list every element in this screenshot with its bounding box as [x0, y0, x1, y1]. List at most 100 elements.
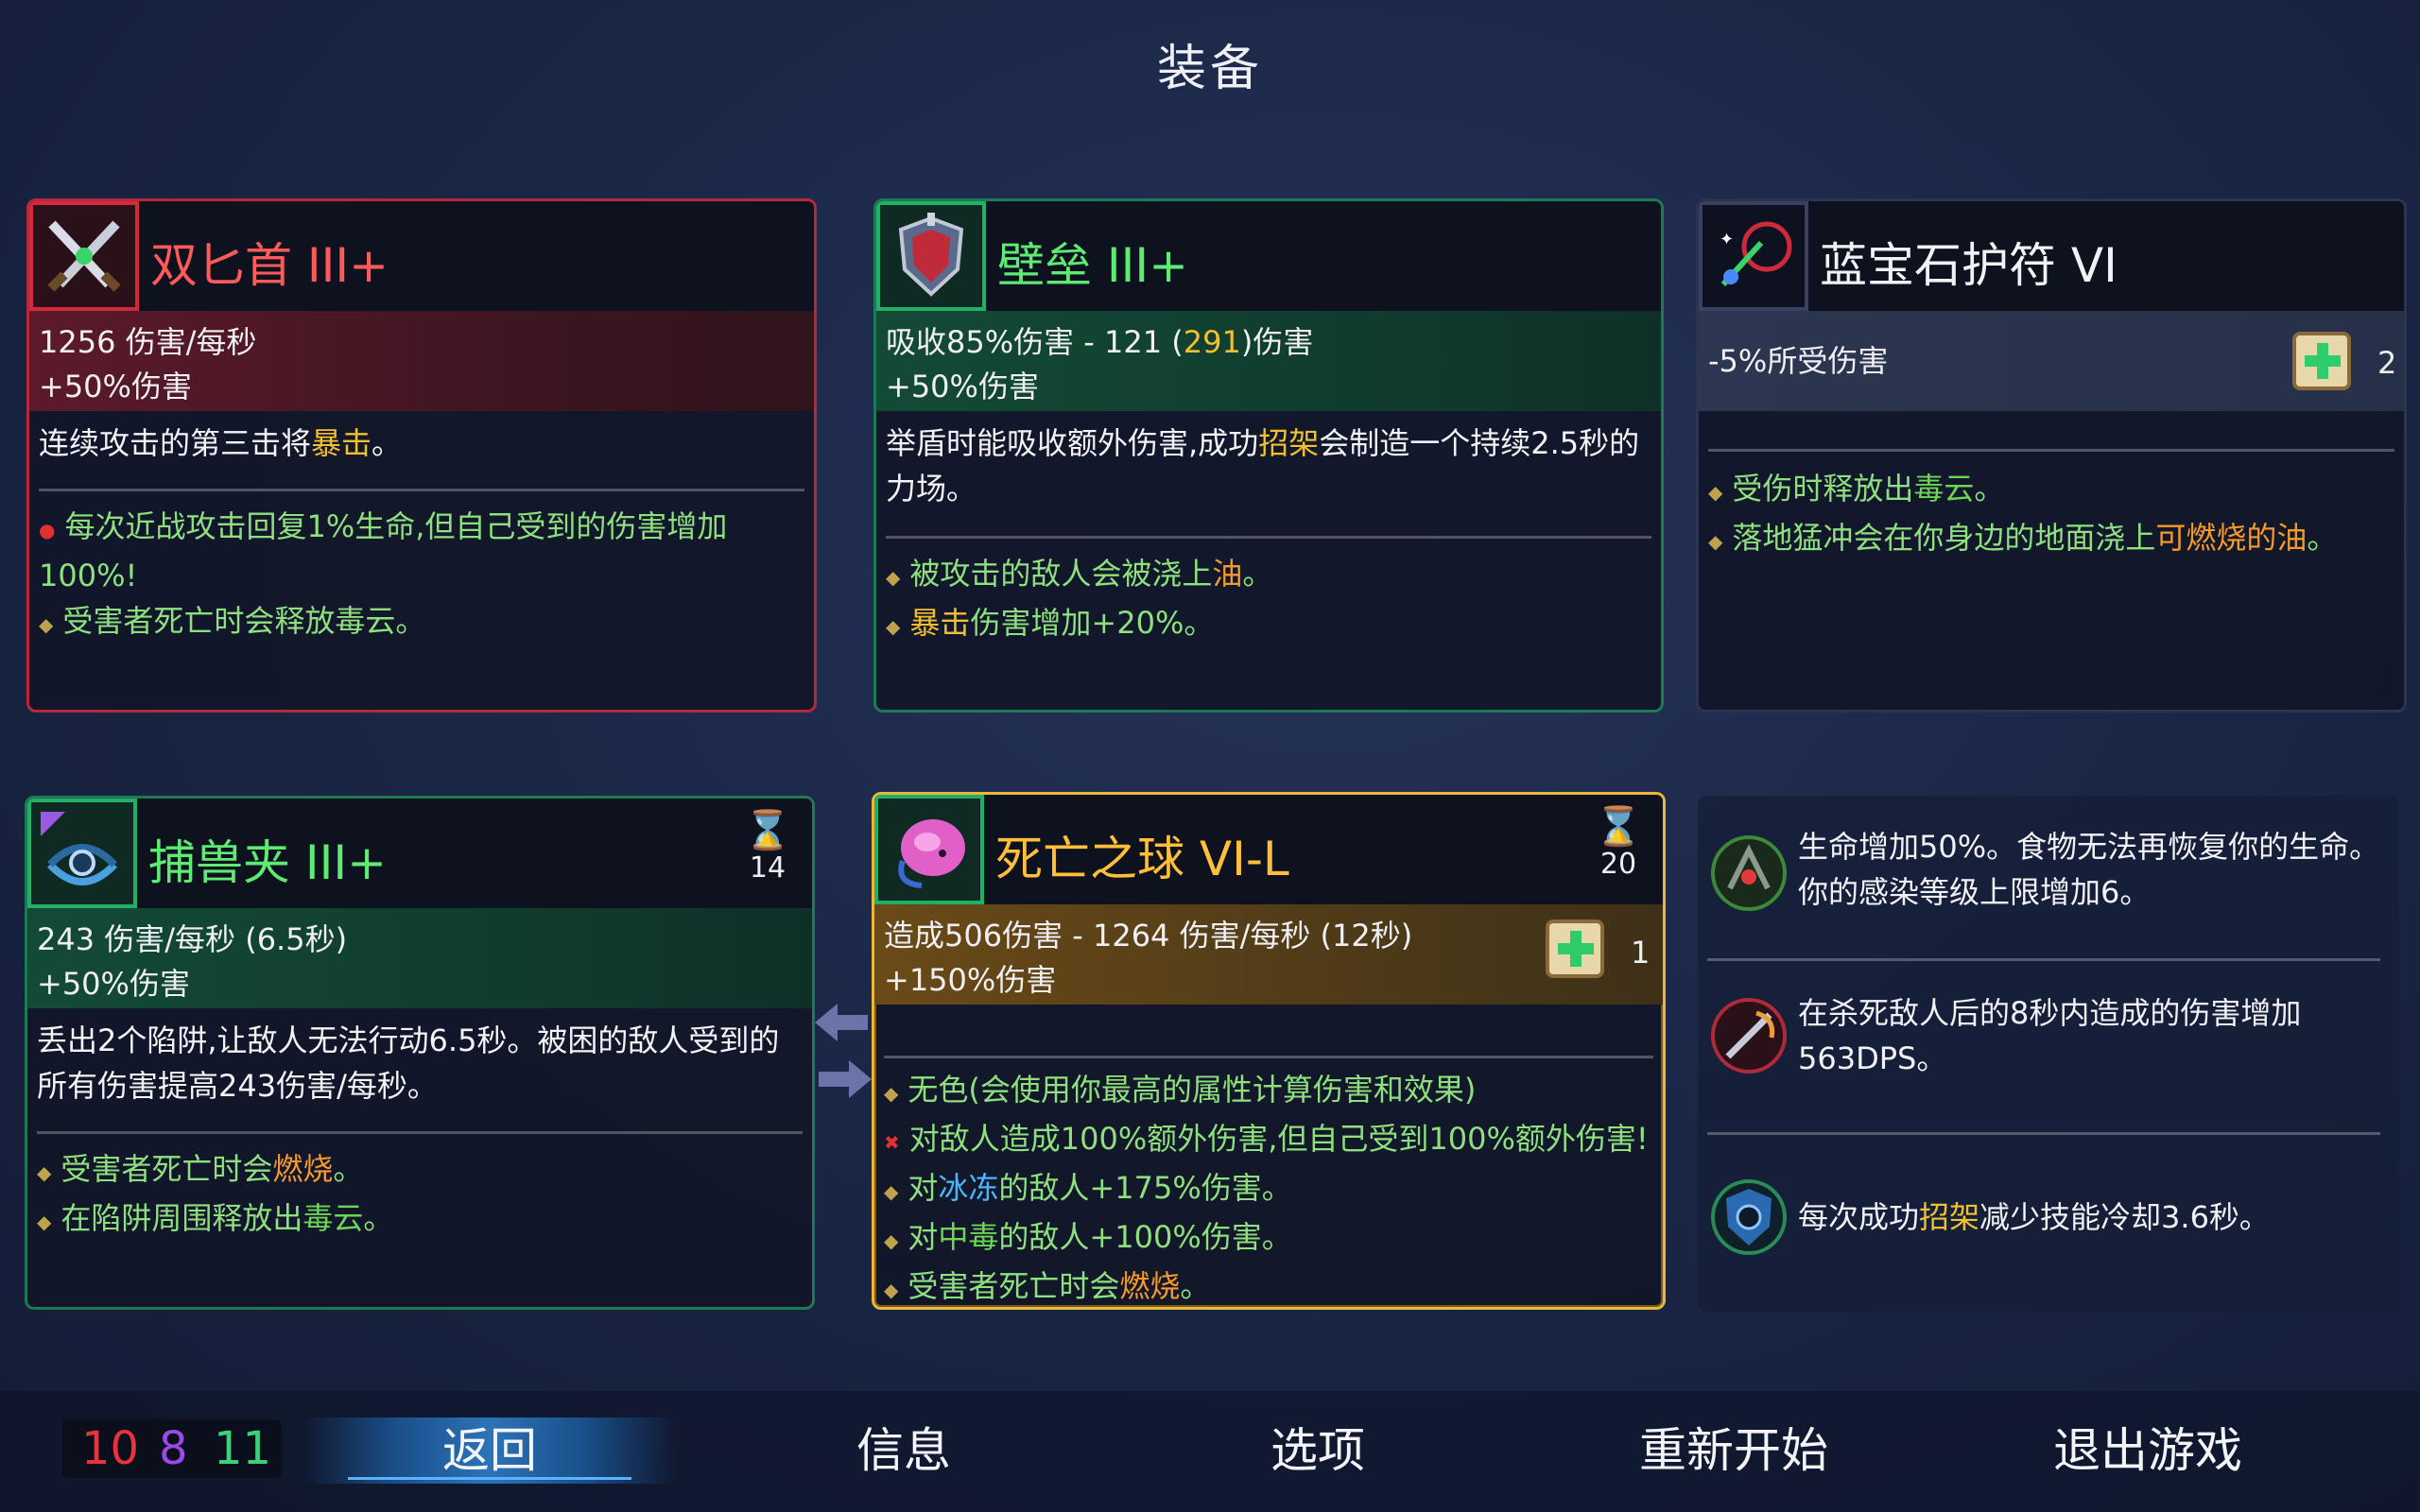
- item-stats: 1256 伤害/每秒 +50%伤害: [29, 311, 814, 411]
- affix-text: 。: [1974, 471, 2005, 507]
- rampart-shield-icon: [876, 201, 986, 311]
- affix-item: ◆ 受害者死亡时会燃烧。: [37, 1146, 803, 1195]
- affix-text: 对敌人造成100%额外伤害,但自己受到100%额外伤害!: [908, 1121, 1649, 1157]
- cooldown-value: 20: [1599, 848, 1637, 881]
- mutation-item[interactable]: 生命增加50%。食物无法再恢复你的生命。你的感染等级上限增加6。: [1698, 805, 2399, 947]
- affix-item: ◆ 无色(会使用你最高的属性计算伤害和效果): [884, 1067, 1653, 1116]
- poisoned-keyword: 中毒: [938, 1219, 999, 1255]
- crit-keyword: 暴击: [909, 605, 971, 641]
- svg-text:✦: ✦: [1720, 230, 1734, 249]
- affix-text: 伤害增加+20%。: [970, 605, 1215, 641]
- oil-keyword: 可燃烧的油: [2155, 520, 2308, 556]
- dps-stat: 243 伤害/每秒 (6.5秒): [37, 921, 348, 957]
- mutation-text: 生命增加50%。食物无法再恢复你的生命。你的感染等级上限增加6。: [1798, 829, 2380, 910]
- cooldown-value: 14: [749, 851, 786, 885]
- death-orb-icon: [874, 795, 984, 904]
- affix-list: ◆ 受伤时释放出毒云。 ◆ 落地猛冲会在你身边的地面浇上可燃烧的油。: [1708, 466, 2394, 564]
- affix-text: 受害者死亡时会释放毒云。: [62, 603, 426, 639]
- affix-text: 。: [333, 1151, 364, 1187]
- oil-keyword: 油: [1212, 556, 1243, 592]
- affix-list: ◆ 受害者死亡时会燃烧。 ◆ 在陷阱周围释放出毒云。: [37, 1146, 803, 1245]
- affix-item: ◆ 对冰冻的敌人+175%伤害。: [884, 1165, 1653, 1214]
- damage-bonus-stat: +50%伤害: [37, 966, 190, 1002]
- scroll-stats: 10 8 11: [62, 1419, 282, 1478]
- burn-keyword: 燃烧: [272, 1151, 334, 1187]
- quit-game-button[interactable]: 退出游戏: [2025, 1418, 2271, 1484]
- vengeance-mutation-icon: [1703, 828, 1794, 919]
- affix-text: 受伤时释放出: [1732, 471, 1914, 507]
- damage-bonus-stat: +50%伤害: [886, 369, 1039, 404]
- affix-item: ◆ 落地猛冲会在你身边的地面浇上可燃烧的油。: [1708, 515, 2394, 564]
- affix-text: 在陷阱周围释放出: [60, 1200, 303, 1236]
- tactics-stat: 8: [159, 1422, 188, 1475]
- affix-item: ◆ 暴击伤害增加+20%。: [886, 600, 1651, 649]
- mutation-item[interactable]: 每次成功招架减少技能冷却3.6秒。: [1698, 1143, 2399, 1304]
- hourglass-icon: ⌛: [1595, 805, 1642, 849]
- scroll-count: 2: [2377, 345, 2397, 381]
- restart-button[interactable]: 重新开始: [1611, 1418, 1857, 1484]
- dual-daggers-icon: [29, 201, 139, 311]
- item-description: 连续攻击的第三击将暴击。: [39, 421, 804, 466]
- shield-card-rampart[interactable]: 壁垒 III+ 吸收85%伤害 - 121 (291)伤害 +50%伤害 举盾时…: [873, 198, 1664, 713]
- card-header: [876, 201, 1661, 311]
- killer-instinct-mutation-icon: [1703, 990, 1794, 1081]
- double-damage-icon: ✖: [884, 1131, 900, 1154]
- parry-cooldown-mutation-icon: [1703, 1172, 1794, 1263]
- item-stats: 吸收85%伤害 - 121 (291)伤害 +50%伤害: [876, 311, 1661, 411]
- weapon-card-dual-daggers[interactable]: 双匕首 III+ 1256 伤害/每秒 +50%伤害 连续攻击的第三击将暴击。 …: [26, 198, 817, 713]
- divider: [1707, 1132, 2380, 1135]
- back-button[interactable]: 返回: [302, 1418, 677, 1484]
- upgrade-scroll-icon: [1536, 908, 1617, 989]
- survival-stat: 11: [214, 1422, 272, 1475]
- affix-list: ◆ 被攻击的敌人会被浇上油。 ◆ 暴击伤害增加+20%。: [886, 551, 1651, 649]
- damage-bonus-stat: +50%伤害: [39, 369, 192, 404]
- affix-text: 。: [2307, 520, 2338, 556]
- skill-card-death-orb[interactable]: 死亡之球 VI-L ⌛ 20 造成506伤害 - 1264 伤害/每秒 (12秒…: [872, 792, 1666, 1310]
- cooldown-timer: ⌛ 20: [1595, 806, 1642, 881]
- parry-keyword: 招架: [1919, 1199, 1980, 1235]
- item-name: 壁垒 III+: [997, 238, 1189, 293]
- bullet-icon: ◆: [886, 566, 901, 589]
- affix-text: 对: [908, 1170, 939, 1206]
- affix-list: ◆ 无色(会使用你最高的属性计算伤害和效果) ✖ 对敌人造成100%额外伤害,但自己…: [884, 1067, 1653, 1307]
- dps-stat: 1256 伤害/每秒: [39, 324, 257, 360]
- info-button[interactable]: 信息: [809, 1418, 998, 1484]
- skill-card-wolf-trap[interactable]: 捕兽夹 III+ ⌛ 14 243 伤害/每秒 (6.5秒) +50%伤害 丢出…: [25, 796, 815, 1310]
- mutation-text: 在杀死敌人后的8秒内造成的伤害增加563DPS。: [1798, 995, 2302, 1076]
- bullet-icon: ◆: [37, 1161, 52, 1184]
- hourglass-icon: ⌛: [744, 809, 791, 852]
- affix-item: ◆ 受伤时释放出毒云。: [1708, 466, 2394, 515]
- bullet-icon: ◆: [886, 615, 901, 638]
- divider: [884, 1056, 1653, 1058]
- swap-arrows-icon[interactable]: [815, 994, 872, 1108]
- affix-text: 的敌人+175%伤害。: [998, 1170, 1292, 1206]
- absorb-stat: 吸收85%伤害 - 121 (291)伤害: [886, 320, 1651, 365]
- bullet-icon: ◆: [884, 1180, 899, 1203]
- affix-text: 。: [1180, 1268, 1211, 1304]
- upgrade-scroll-icon: [2283, 320, 2364, 402]
- divider: [1708, 449, 2394, 452]
- mutation-text-part: 减少技能冷却3.6秒。: [1979, 1199, 2270, 1235]
- item-description: 举盾时能吸收额外伤害,成功招架会制造一个持续2.5秒的力场。: [886, 421, 1651, 511]
- affix-text: 。: [363, 1200, 394, 1236]
- item-name: 蓝宝石护符 VI: [1820, 238, 2118, 293]
- options-button[interactable]: 选项: [1223, 1418, 1412, 1484]
- card-header: [29, 201, 814, 311]
- stat-text: )伤害: [1240, 324, 1314, 360]
- card-header: [27, 799, 812, 908]
- affix-text: 无色(会使用你最高的属性计算伤害和效果): [908, 1072, 1477, 1108]
- stat-text: 吸收85%伤害 - 121 (: [886, 324, 1184, 360]
- affix-text: 被攻击的敌人会被浇上: [909, 556, 1213, 592]
- affix-text: 受害者死亡时会: [60, 1151, 273, 1187]
- mutation-item[interactable]: 在杀死敌人后的8秒内造成的伤害增加563DPS。: [1698, 970, 2399, 1121]
- affix-text: 。: [1242, 556, 1273, 592]
- bullet-icon: ◆: [37, 1211, 52, 1233]
- divider: [886, 536, 1651, 539]
- item-name: 捕兽夹 III+: [148, 835, 388, 890]
- desc-text: 。: [372, 425, 403, 461]
- amulet-card-sapphire[interactable]: ✦ 蓝宝石护符 VI -5%所受伤害 2 ◆ 受伤时释放出毒云。 ◆ 落地猛冲会在你…: [1696, 198, 2407, 713]
- affix-text: 落地猛冲会在你身边的地面浇上: [1732, 520, 2156, 556]
- bullet-icon: ◆: [884, 1279, 899, 1301]
- item-description: 丢出2个陷阱,让敌人无法行动6.5秒。被困的敌人受到的所有伤害提高243伤害/每…: [37, 1022, 780, 1104]
- parry-keyword: 招架: [1258, 425, 1320, 461]
